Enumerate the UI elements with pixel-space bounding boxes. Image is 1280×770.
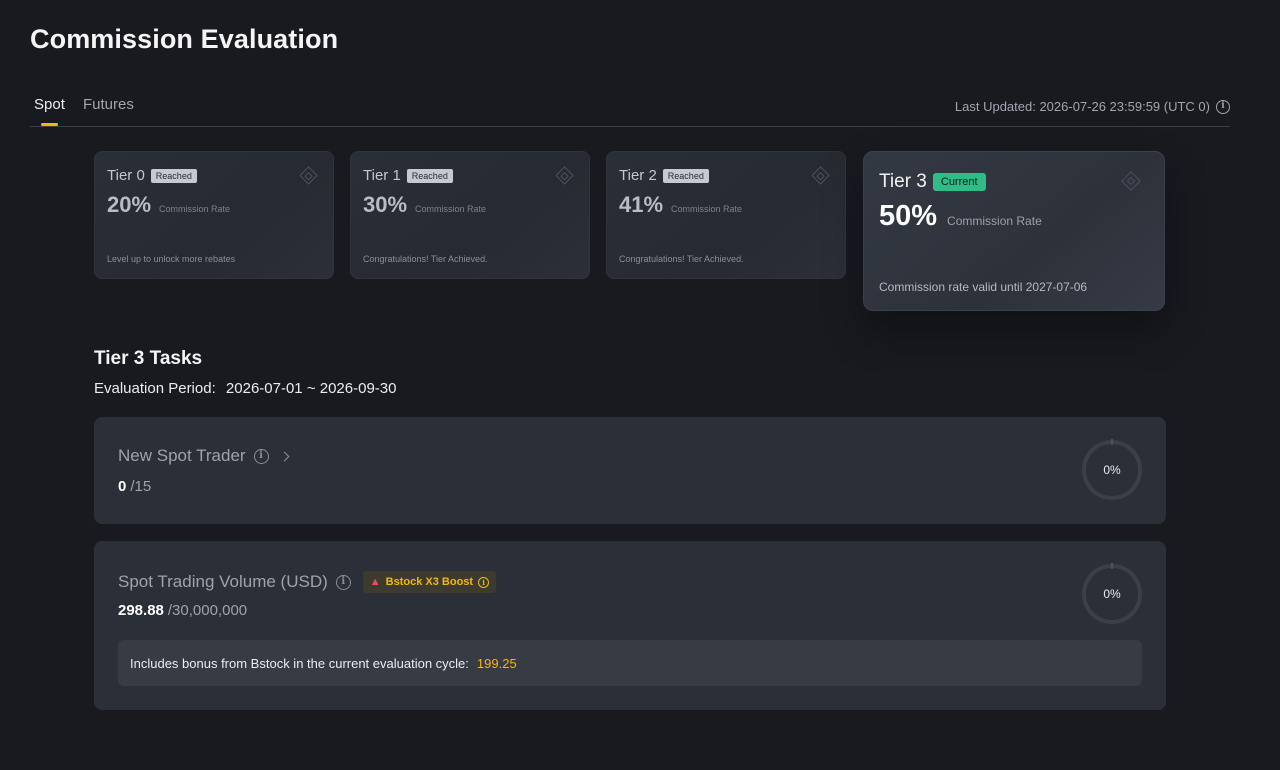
tier-note: Congratulations! Tier Achieved.: [619, 254, 744, 264]
tier-name: Tier 1 Reached: [363, 167, 453, 184]
chevron-right-icon[interactable]: [279, 451, 290, 461]
tab-bar: Spot Futures Last Updated: 2026-07-26 23…: [30, 96, 1230, 127]
commission-rate: 20% Commission Rate: [107, 192, 230, 218]
tier-note: Level up to unlock more rebates: [107, 254, 236, 264]
tier-card-1[interactable]: Tier 1 Reached 30% Commission Rate Congr…: [350, 151, 590, 279]
reached-badge: Reached: [662, 168, 709, 183]
reached-badge: Reached: [406, 168, 453, 183]
rate-label: Commission Rate: [159, 204, 231, 214]
last-updated-text: Last Updated: 2026-07-26 23:59:59 (UTC 0…: [954, 99, 1210, 114]
task-card-new-spot-trader: New Spot Trader i 0/15 0%: [94, 417, 1166, 524]
boost-label: Bstock X3 Boost: [385, 576, 474, 588]
bonus-value: 199.25: [476, 655, 517, 671]
progress-percent: 0%: [1103, 463, 1121, 477]
tier-card-2[interactable]: Tier 2 Reached 41% Commission Rate Congr…: [606, 151, 846, 279]
task-title-text: Spot Trading Volume (USD): [118, 572, 328, 591]
diamond-icon: [555, 166, 574, 185]
tier-note: Congratulations! Tier Achieved.: [363, 254, 488, 264]
evaluation-period: Evaluation Period: 2026-07-01 ~ 2026-09-…: [94, 380, 396, 397]
bonus-info-box: Includes bonus from Bstock in the curren…: [118, 640, 1142, 686]
tier-label: Tier 3: [879, 171, 927, 192]
rate-value: 30%: [363, 192, 408, 217]
tier-label: Tier 1: [363, 167, 401, 184]
task-progress-text: 298.88/30,000,000: [118, 602, 247, 619]
info-icon[interactable]: i: [253, 448, 269, 464]
tier-label: Tier 0: [107, 167, 145, 184]
rate-label: Commission Rate: [415, 204, 487, 214]
evaluation-period-label: Evaluation Period:: [94, 380, 216, 397]
reached-badge: Reached: [150, 168, 197, 183]
fire-icon: ▲: [369, 576, 381, 588]
task-title[interactable]: New Spot Trader i: [118, 446, 290, 466]
tier-name: Tier 3 Current: [879, 171, 986, 193]
info-icon[interactable]: i: [478, 576, 490, 588]
tier-card-0[interactable]: Tier 0 Reached 20% Commission Rate Level…: [94, 151, 334, 279]
last-updated: Last Updated: 2026-07-26 23:59:59 (UTC 0…: [955, 99, 1230, 114]
diamond-icon: [299, 166, 318, 185]
task-title: Spot Trading Volume (USD) i ▲ Bstock X3 …: [118, 571, 497, 593]
tier-card-3-current[interactable]: Tier 3 Current 50% Commission Rate Commi…: [863, 151, 1165, 311]
progress-current: 298.88: [118, 602, 164, 619]
rate-label: Commission Rate: [671, 204, 743, 214]
tier-name: Tier 2 Reached: [619, 167, 709, 184]
rate-value: 50%: [879, 200, 938, 232]
commission-rate: 30% Commission Rate: [363, 192, 486, 218]
tier-note: Commission rate valid until 2027-07-06: [879, 280, 1088, 294]
task-card-spot-trading-volume: Spot Trading Volume (USD) i ▲ Bstock X3 …: [94, 541, 1166, 710]
rate-label: Commission Rate: [947, 214, 1042, 228]
progress-percent: 0%: [1103, 587, 1121, 601]
task-progress-text: 0/15: [118, 478, 151, 495]
task-title-text: New Spot Trader: [118, 446, 246, 465]
commission-rate: 50% Commission Rate: [879, 200, 1042, 233]
boost-badge[interactable]: ▲ Bstock X3 Boost i: [362, 571, 497, 593]
rate-value: 20%: [107, 192, 152, 217]
progress-ring: 0%: [1082, 440, 1142, 500]
tier-name: Tier 0 Reached: [107, 167, 197, 184]
info-icon[interactable]: i: [335, 574, 351, 590]
page-title: Commission Evaluation: [30, 24, 339, 54]
tab-spot[interactable]: Spot: [34, 96, 65, 113]
diamond-icon: [811, 166, 830, 185]
commission-rate: 41% Commission Rate: [619, 192, 742, 218]
evaluation-period-value: 2026-07-01 ~ 2026-09-30: [225, 380, 397, 397]
active-tab-indicator: [41, 123, 58, 126]
info-icon[interactable]: i: [1216, 99, 1230, 114]
progress-target: /30,000,000: [167, 602, 248, 619]
bonus-text: Includes bonus from Bstock in the curren…: [130, 655, 469, 671]
tier-label: Tier 2: [619, 167, 657, 184]
progress-target: /15: [130, 478, 152, 495]
current-badge: Current: [932, 173, 986, 191]
progress-current: 0: [118, 478, 127, 495]
rate-value: 41%: [619, 192, 664, 217]
progress-ring: 0%: [1082, 564, 1142, 624]
diamond-icon: [1121, 171, 1141, 191]
tasks-title: Tier 3 Tasks: [94, 348, 203, 369]
tab-futures[interactable]: Futures: [83, 96, 134, 113]
